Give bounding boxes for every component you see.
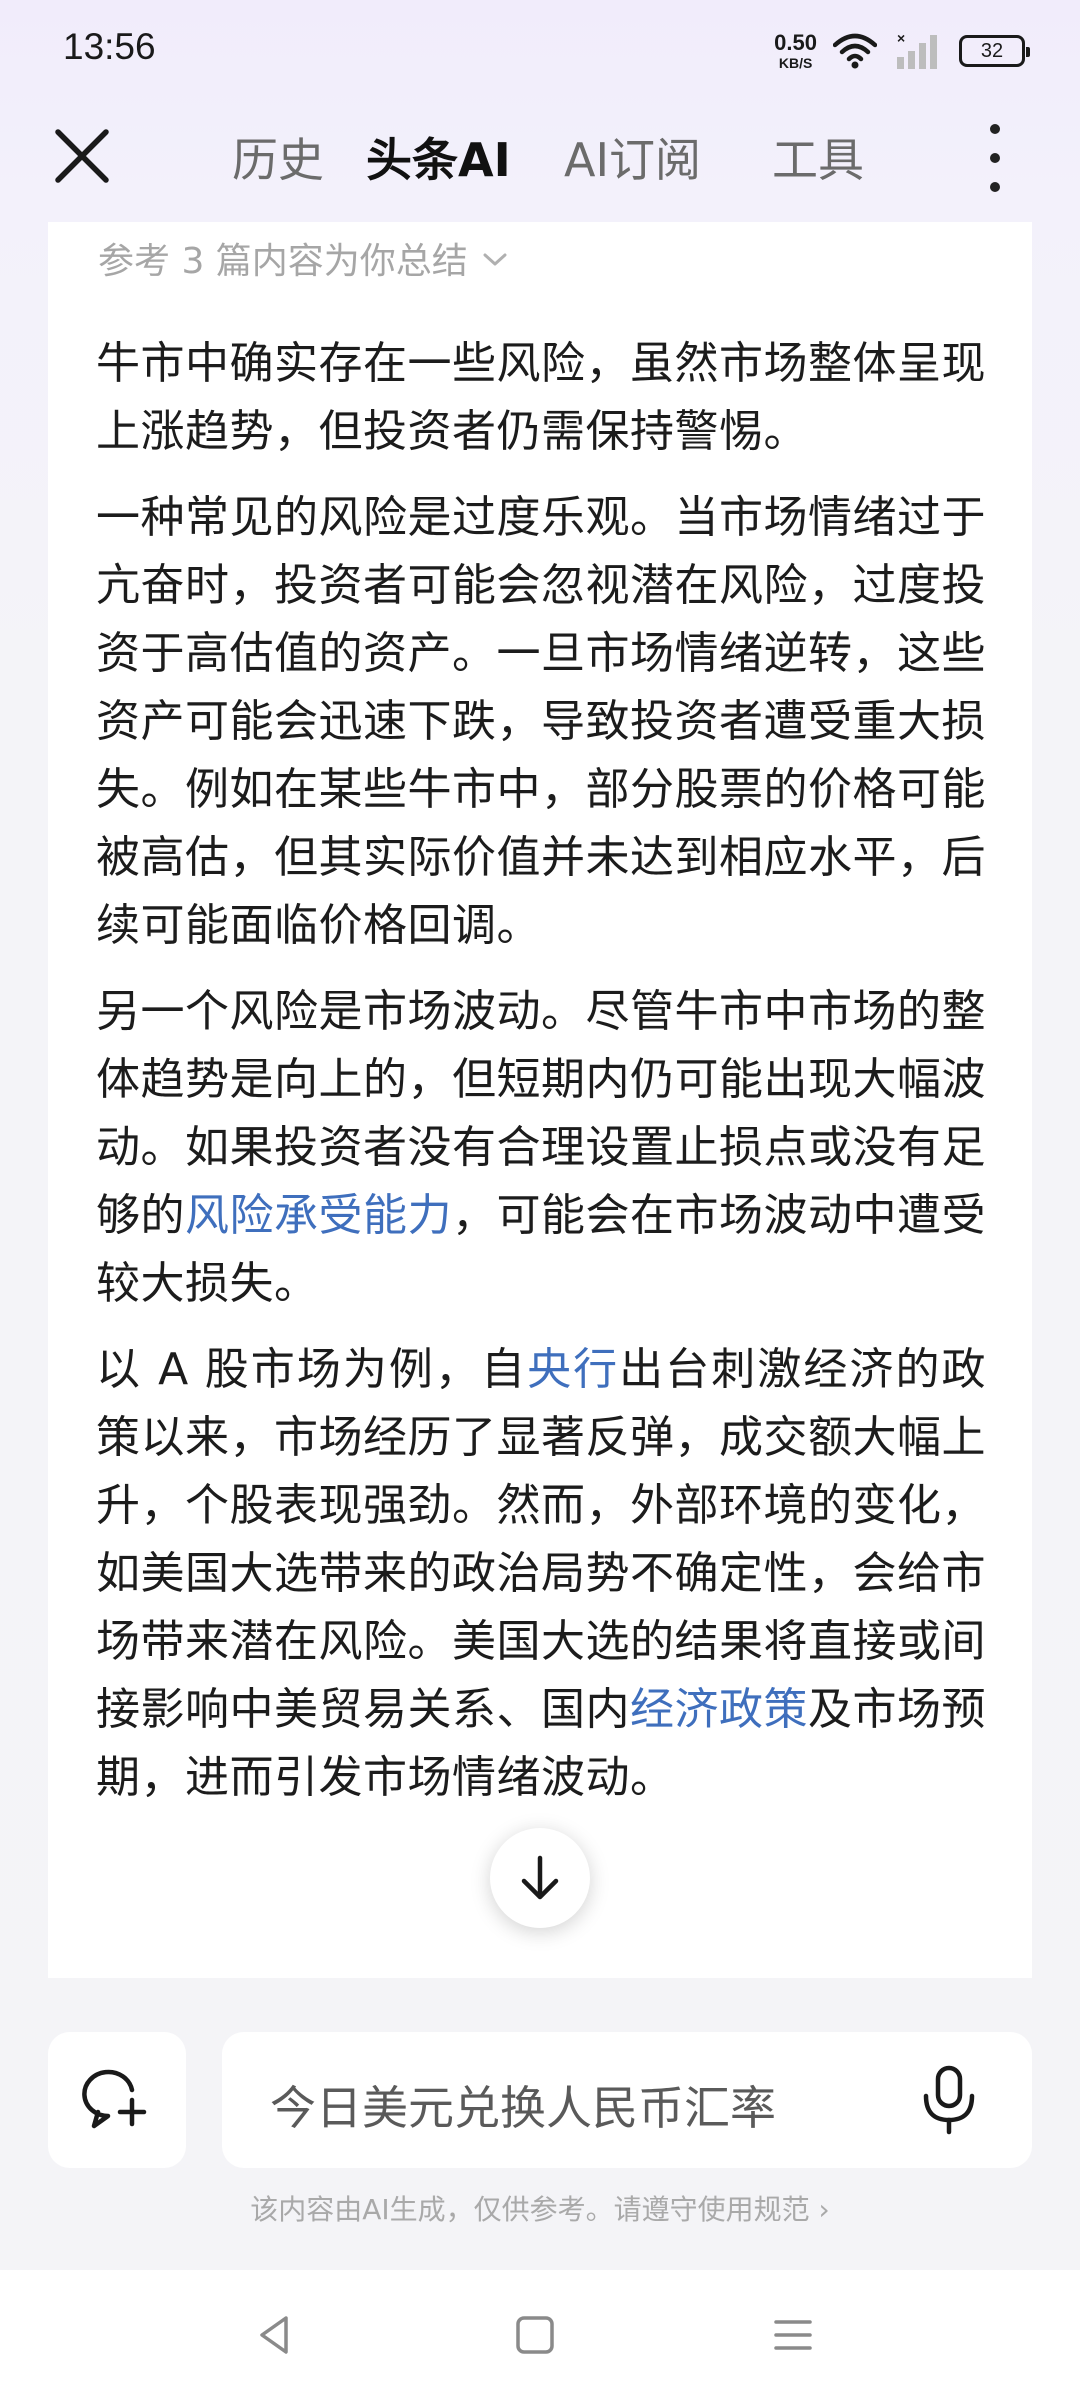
paragraph-4: 以 A 股市场为例，自央行出台刺激经济的政策以来，市场经历了显著反弹，成交额大幅…: [96, 1336, 986, 1812]
tab-ai-subscription[interactable]: AI订阅: [564, 124, 701, 190]
link-central-bank[interactable]: 央行: [527, 1344, 619, 1395]
link-economic-policy[interactable]: 经济政策: [630, 1684, 808, 1735]
recent-apps-icon[interactable]: [768, 2310, 818, 2360]
more-dot-icon: [990, 153, 1000, 163]
home-icon[interactable]: [510, 2310, 560, 2360]
status-time: 13:56: [63, 26, 156, 67]
top-nav: 历史 头条AI AI订阅 工具: [0, 110, 1080, 200]
reference-summary-toggle[interactable]: 参考 3 篇内容为你总结: [98, 232, 508, 284]
answer-card: 参考 3 篇内容为你总结 牛市中确实存在一些风险，虽然市场整体呈现上涨趋势，但投…: [48, 222, 1032, 1978]
ai-disclaimer-link[interactable]: 该内容由AI生成，仅供参考。请遵守使用规范 ›: [0, 2188, 1080, 2228]
tab-history[interactable]: 历史: [232, 124, 324, 190]
chevron-down-icon: [483, 253, 507, 266]
battery-level: 32: [980, 39, 1004, 62]
network-speed-value: 0.50: [774, 30, 817, 55]
scroll-down-button[interactable]: [490, 1828, 590, 1928]
system-nav-bar: [0, 2270, 1080, 2400]
question-input[interactable]: 今日美元兑换人民币汇率: [222, 2032, 1032, 2168]
paragraph-1: 牛市中确实存在一些风险，虽然市场整体呈现上涨趋势，但投资者仍需保持警惕。: [96, 338, 986, 457]
new-chat-button[interactable]: [48, 2032, 186, 2168]
close-icon[interactable]: [52, 126, 112, 186]
network-speed-unit: KB/S: [778, 55, 813, 71]
battery-icon: 32: [959, 35, 1030, 67]
answer-text: 牛市中确实存在一些风险，虽然市场整体呈现上涨趋势，但投资者仍需保持警惕。 一种常…: [96, 330, 986, 1830]
back-icon[interactable]: [250, 2310, 300, 2360]
reference-summary-label: 参考 3 篇内容为你总结: [98, 241, 468, 282]
more-dot-icon: [990, 182, 1000, 192]
new-chat-icon: [82, 2069, 147, 2129]
network-speed: 0.50 KB/S: [774, 30, 817, 71]
paragraph-4-text: 以 A 股市场为例，自: [96, 1344, 528, 1395]
status-icons: 0.50 KB/S × 32: [774, 26, 1030, 76]
signal-icon: ×: [897, 31, 937, 69]
link-risk-tolerance[interactable]: 风险承受能力: [185, 1190, 452, 1241]
status-bar: 13:56 0.50 KB/S × 32: [0, 0, 1080, 100]
arrow-down-icon: [521, 1855, 559, 1900]
paragraph-2: 一种常见的风险是过度乐观。当市场情绪过于亢奋时，投资者可能会忽视潜在风险，过度投…: [96, 492, 986, 951]
wifi-icon: [833, 33, 877, 69]
paragraph-3: 另一个风险是市场波动。尽管牛市中市场的整体趋势是向上的，但短期内仍可能出现大幅波…: [96, 978, 986, 1318]
svg-text:×: ×: [897, 31, 905, 46]
tab-tools[interactable]: 工具: [772, 124, 864, 190]
question-input-placeholder: 今日美元兑换人民币汇率: [270, 2081, 776, 2135]
microphone-icon[interactable]: [914, 2062, 984, 2138]
tab-toutiao-ai[interactable]: 头条AI: [366, 124, 511, 190]
more-dot-icon: [990, 124, 1000, 134]
paragraph-4-text-mid: 出台刺激经济的政策以来，市场经历了显著反弹，成交额大幅上升，个股表现强劲。然而，…: [96, 1344, 987, 1735]
more-options-button[interactable]: [980, 124, 1010, 192]
